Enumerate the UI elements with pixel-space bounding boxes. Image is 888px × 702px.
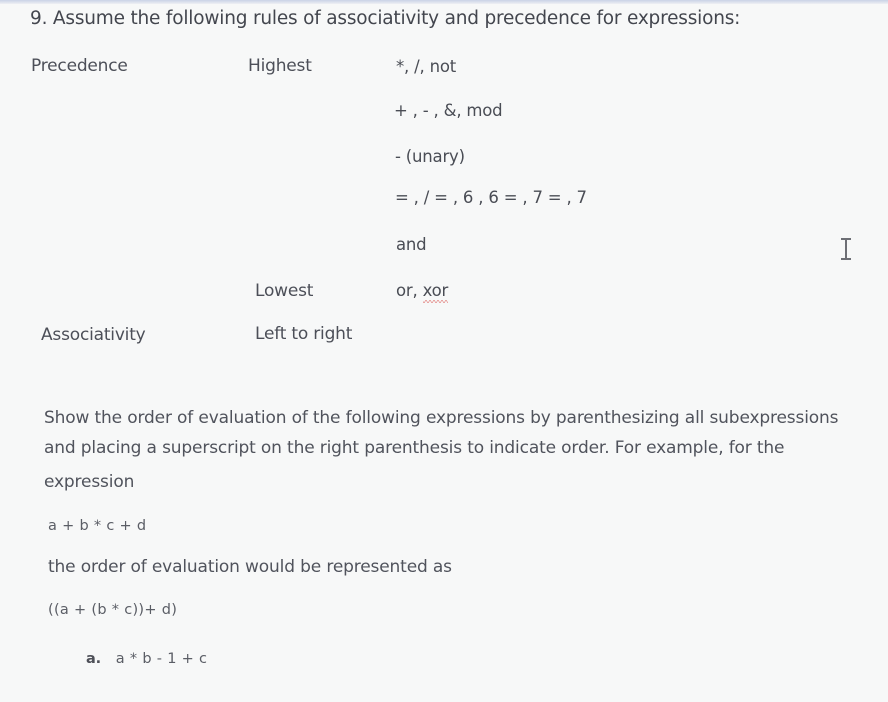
associativity-value: Left to right — [255, 324, 353, 344]
spellcheck-squiggle — [422, 300, 449, 303]
precedence-level-2: + , - , &, mod — [394, 101, 503, 120]
example-expression: a + b * c + d — [48, 518, 147, 534]
precedence-level-4: = , / = , 6 , 6 = , 7 = , 7 — [395, 188, 587, 207]
highest-label: Highest — [248, 56, 312, 76]
text-ibeam-cursor-icon — [841, 238, 851, 260]
precedence-level-6: or, xor — [396, 281, 449, 303]
precedence-level-6-text: or, — [396, 281, 423, 300]
precedence-level-1: *, /, not — [396, 57, 457, 76]
exercise-expression: a * b - 1 + c — [115, 651, 208, 667]
precedence-level-5: and — [396, 235, 427, 254]
window-top-border — [0, 0, 888, 4]
represented-as-text: the order of evaluation would be represe… — [48, 557, 452, 577]
instructions-line-2: and placing a superscript on the right p… — [44, 438, 785, 458]
exercise-item: a. a * b - 1 + c — [86, 648, 207, 667]
precedence-label: Precedence — [31, 56, 128, 76]
xor-word: xor — [422, 281, 449, 300]
spellcheck-flagged-word[interactable]: xor — [422, 281, 449, 303]
lowest-label: Lowest — [255, 281, 314, 301]
associativity-label: Associativity — [41, 325, 146, 345]
question-title: 9. Assume the following rules of associa… — [30, 8, 741, 29]
instructions-line-1: Show the order of evaluation of the foll… — [44, 408, 839, 428]
instructions-line-3: expression — [44, 472, 135, 492]
precedence-level-3: - (unary) — [395, 147, 465, 166]
exercise-marker: a. — [86, 651, 101, 667]
example-answer: ((a + (b * c))+ d) — [48, 602, 178, 618]
